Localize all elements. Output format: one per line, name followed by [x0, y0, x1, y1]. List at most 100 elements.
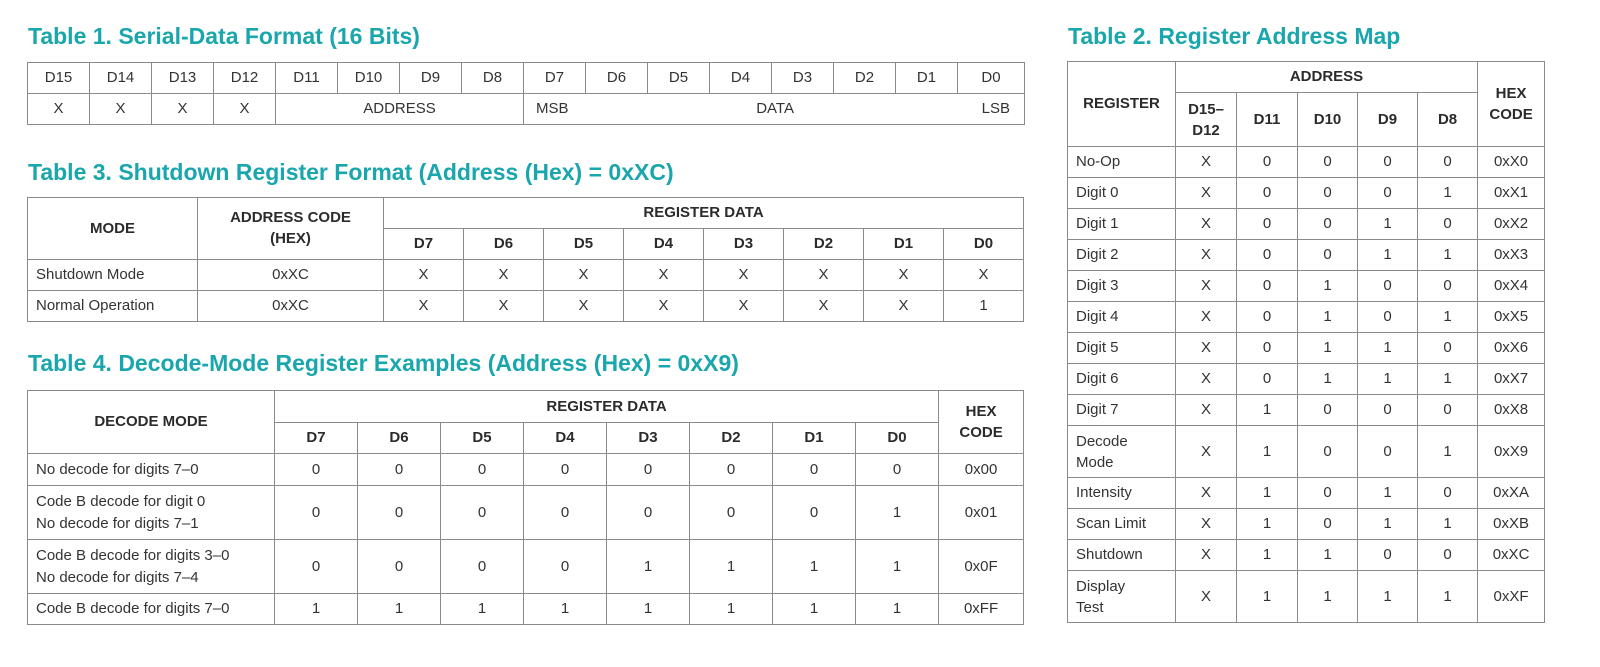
- address-bit-cell: 0: [1236, 270, 1298, 302]
- hex-code-cell: 0xXB: [1477, 508, 1546, 540]
- bit-cell: 0: [523, 485, 607, 540]
- address-field-cell: ADDRESS: [275, 93, 524, 125]
- bit-header: D4: [523, 422, 607, 454]
- data-label: DATA: [756, 100, 794, 118]
- bit-cell: X: [463, 290, 544, 322]
- address-bit-cell: 0: [1357, 301, 1418, 333]
- bit-cell: 0: [606, 485, 690, 540]
- decode-mode-line: No decode for digits 7–0: [36, 460, 199, 478]
- bit-header: D2: [689, 422, 773, 454]
- bit-cell: X: [383, 259, 464, 291]
- bit-header: D0: [854, 422, 940, 454]
- msb-label: MSB: [536, 100, 569, 118]
- register-name-cell: Decode Mode: [1067, 425, 1176, 478]
- bit-cell: 1: [440, 593, 524, 625]
- bit-cell: D12: [213, 62, 276, 94]
- bit-header: D2: [783, 228, 864, 260]
- bit-cell: D7: [523, 62, 586, 94]
- address-bit-cell: X: [1175, 477, 1237, 509]
- decode-mode-cell: Code B decode for digits 7–0: [27, 593, 275, 625]
- hex-code-cell: 0xX3: [1477, 239, 1546, 271]
- mode-header: MODE: [27, 197, 198, 260]
- address-bit-cell: 0: [1357, 425, 1418, 478]
- table-row: Scan Limit X 1 0 1 1 0xXB: [1067, 508, 1546, 540]
- decode-mode-line: Code B decode for digits 3–0: [36, 546, 230, 564]
- dont-care-cell: X: [89, 93, 152, 125]
- address-bit-cell: 0: [1297, 425, 1358, 478]
- dont-care-cell: X: [151, 93, 214, 125]
- dont-care-cell: X: [27, 93, 90, 125]
- bit-cell: D10: [337, 62, 400, 94]
- decode-mode-cell: Code B decode for digits 3–0 No decode f…: [27, 539, 275, 594]
- address-bit-cell: 1: [1357, 239, 1418, 271]
- bit-cell: 0: [357, 485, 441, 540]
- lsb-label: LSB: [981, 100, 1010, 118]
- mode-cell: Normal Operation: [27, 290, 198, 322]
- address-bit-cell: X: [1175, 363, 1237, 395]
- bit-header: D5: [440, 422, 524, 454]
- table-row: Digit 6 X 0 1 1 1 0xX7: [1067, 363, 1546, 395]
- table-row: Shutdown Mode 0xXC X X X X X X X X: [27, 259, 1025, 291]
- address-bit-cell: X: [1175, 208, 1237, 240]
- decode-mode-line: Code B decode for digit 0: [36, 492, 206, 510]
- register-data-header: REGISTER DATA: [273, 390, 940, 423]
- bit-cell: D4: [709, 62, 772, 94]
- bit-cell: X: [783, 259, 864, 291]
- bit-cell: D2: [833, 62, 896, 94]
- address-col-header: D8: [1416, 92, 1479, 147]
- table3: MODE ADDRESS CODE (HEX) REGISTER DATA D7…: [27, 197, 1025, 322]
- table1: D15 D14 D13 D12 D11 D10 D9 D8 D7 D6 D5 D…: [27, 62, 1025, 125]
- address-bit-cell: 0: [1416, 477, 1479, 509]
- bit-header: D1: [772, 422, 856, 454]
- bit-cell: 0: [854, 453, 940, 486]
- address-bit-cell: 0: [1297, 239, 1358, 271]
- table-row: Digit 1 X 0 0 1 0 0xX2: [1067, 208, 1546, 240]
- register-name-cell: Scan Limit: [1067, 508, 1176, 540]
- address-bit-cell: 1: [1297, 270, 1358, 302]
- bit-cell: 0: [357, 539, 441, 594]
- bit-cell: D0: [957, 62, 1025, 94]
- address-code-cell: 0xXC: [197, 290, 384, 322]
- bit-cell: 0: [689, 453, 773, 486]
- address-bit-cell: 1: [1236, 570, 1298, 623]
- bit-cell: X: [703, 259, 784, 291]
- decode-mode-header: DECODE MODE: [27, 390, 275, 454]
- bit-cell: 0: [274, 485, 358, 540]
- bit-cell: X: [703, 290, 784, 322]
- register-name-cell: Digit 5: [1067, 332, 1176, 364]
- decode-mode-cell: No decode for digits 7–0: [27, 453, 275, 486]
- address-bit-cell: X: [1175, 177, 1237, 209]
- address-bit-cell: 0: [1236, 208, 1298, 240]
- address-bit-cell: 0: [1297, 177, 1358, 209]
- address-bit-cell: X: [1175, 332, 1237, 364]
- register-name-cell: Intensity: [1067, 477, 1176, 509]
- bit-cell: 0: [440, 539, 524, 594]
- hex-code-cell: 0xX9: [1477, 425, 1546, 478]
- bit-cell: 0: [772, 453, 856, 486]
- table-row: Intensity X 1 0 1 0 0xXA: [1067, 477, 1546, 509]
- address-bit-cell: 1: [1357, 570, 1418, 623]
- bit-cell: X: [543, 259, 624, 291]
- address-bit-cell: 0: [1416, 146, 1479, 178]
- register-name-cell: Digit 7: [1067, 394, 1176, 426]
- address-bit-cell: 0: [1236, 146, 1298, 178]
- address-bit-cell: 1: [1357, 508, 1418, 540]
- address-bit-cell: X: [1175, 146, 1237, 178]
- register-name-cell: Digit 3: [1067, 270, 1176, 302]
- address-bit-cell: 1: [1357, 208, 1418, 240]
- hex-code-cell: 0xXC: [1477, 539, 1546, 571]
- table-row: Code B decode for digits 7–0 1 1 1 1 1 1…: [27, 593, 1025, 625]
- bit-cell: D6: [585, 62, 648, 94]
- bit-cell: 0: [606, 453, 690, 486]
- bit-cell: 1: [854, 539, 940, 594]
- address-bit-cell: 1: [1416, 570, 1479, 623]
- address-bit-cell: 0: [1416, 332, 1479, 364]
- bit-cell: 1: [772, 593, 856, 625]
- table-row: Digit 4 X 0 1 0 1 0xX5: [1067, 301, 1546, 333]
- table-row: Code B decode for digits 3–0 No decode f…: [27, 539, 1025, 594]
- bit-header: D6: [463, 228, 544, 260]
- register-name-cell: Digit 4: [1067, 301, 1176, 333]
- bit-cell: D8: [461, 62, 524, 94]
- dont-care-cell: X: [213, 93, 276, 125]
- bit-cell: 1: [357, 593, 441, 625]
